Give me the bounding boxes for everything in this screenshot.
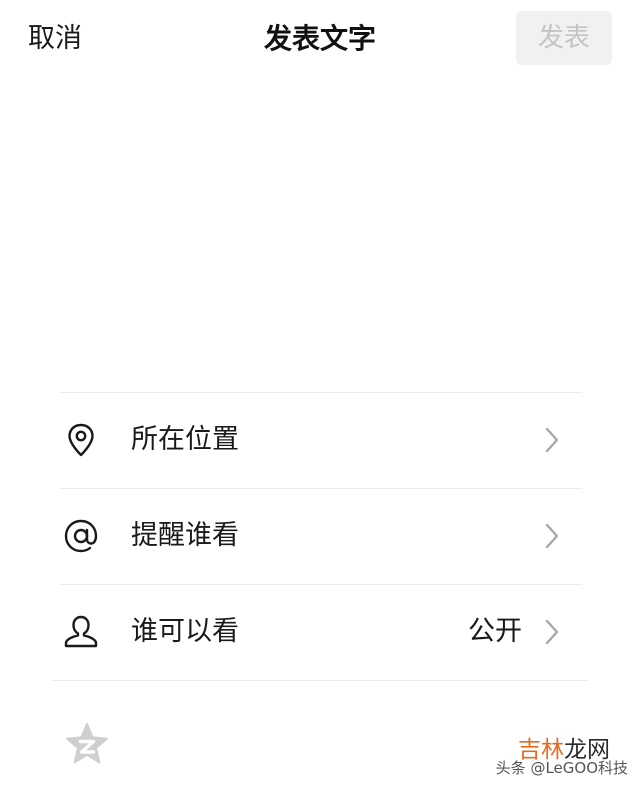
header-bar: 取消 发表文字 发表 (0, 0, 640, 78)
option-location[interactable]: 所在位置 (0, 393, 640, 488)
star-icon[interactable] (64, 722, 110, 768)
chevron-right-icon (545, 427, 559, 453)
option-label: 谁可以看 (131, 616, 239, 647)
chevron-right-icon (545, 619, 559, 645)
option-label: 所在位置 (131, 424, 239, 455)
watermark-sub: 头条 @LeGOO科技 (495, 759, 628, 777)
visibility-value: 公开 (468, 616, 522, 647)
divider (52, 680, 588, 681)
option-remind[interactable]: 提醒谁看 (0, 489, 640, 584)
watermark: 吉林龙网 头条 @LeGOO科技 (486, 736, 636, 782)
at-icon (64, 519, 98, 553)
compose-text-input[interactable] (28, 90, 616, 384)
chevron-right-icon (545, 523, 559, 549)
option-label: 提醒谁看 (131, 520, 239, 551)
option-visibility[interactable]: 谁可以看 公开 (0, 585, 640, 680)
location-pin-icon (68, 423, 94, 457)
publish-button[interactable]: 发表 (516, 11, 612, 65)
options-list: 所在位置 提醒谁看 谁可以看 公开 (0, 392, 640, 681)
compose-page: 取消 发表文字 发表 所在位置 提醒谁看 谁可以看 公开 吉林龙网 头条 @Le… (0, 0, 640, 787)
person-icon (64, 615, 98, 648)
